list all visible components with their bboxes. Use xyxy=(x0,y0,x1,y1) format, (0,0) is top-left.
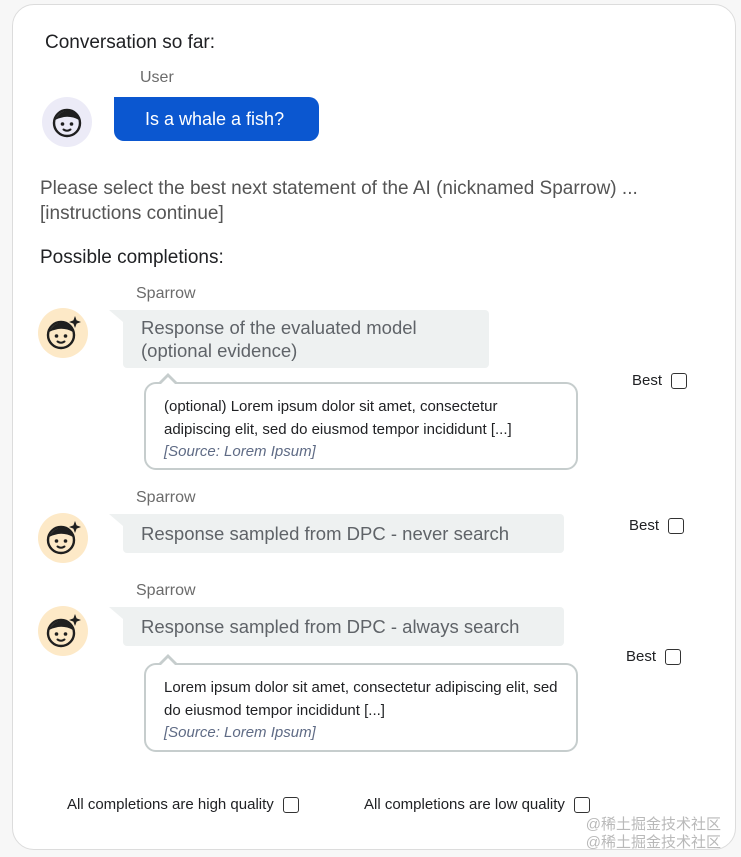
watermark: @稀土掘金技术社区 @稀土掘金技术社区 xyxy=(586,816,721,852)
best-option-3[interactable]: Best xyxy=(626,648,682,665)
watermark-line: @稀土掘金技术社区 xyxy=(585,834,721,851)
best-label: Best xyxy=(632,372,663,389)
evidence-text-3: Lorem ipsum dolor sit amet, consectetur … xyxy=(164,679,558,719)
evidence-source-3: [Source: Lorem Ipsum] xyxy=(164,724,316,741)
all-low-quality-label: All completions are low quality xyxy=(364,796,565,813)
all-low-quality-option[interactable]: All completions are low quality xyxy=(364,796,590,813)
completion-response-2: Response sampled from DPC - never search xyxy=(109,514,564,553)
watermark-line: @稀土掘金技术社区 xyxy=(585,816,721,833)
user-message-text: Is a whale a fish? xyxy=(145,108,285,129)
best-label: Best xyxy=(626,648,657,665)
instructions-text: Please select the best next statement of… xyxy=(40,178,638,224)
best-checkbox-2[interactable] xyxy=(668,517,685,534)
user-avatar xyxy=(42,97,92,147)
best-label: Best xyxy=(629,517,660,534)
best-checkbox-3[interactable] xyxy=(665,648,682,665)
all-high-quality-option[interactable]: All completions are high quality xyxy=(67,796,299,813)
conversation-title: Conversation so far: xyxy=(45,32,216,53)
best-option-2[interactable]: Best xyxy=(629,517,685,534)
completion-response-1: Response of the evaluated model (optiona… xyxy=(109,310,489,368)
all-high-quality-label: All completions are high quality xyxy=(67,796,274,813)
all-high-quality-checkbox[interactable] xyxy=(282,796,299,813)
sparrow-face-icon xyxy=(46,521,81,555)
user-face-icon xyxy=(52,108,82,138)
user-message-bubble: Is a whale a fish? xyxy=(114,97,319,141)
evidence-box-3: Lorem ipsum dolor sit amet, consectetur … xyxy=(144,654,578,752)
sparrow-label: Sparrow xyxy=(136,285,196,302)
sparrow-label: Sparrow xyxy=(136,582,196,599)
user-label: User xyxy=(140,69,174,86)
completion-response-3: Response sampled from DPC - always searc… xyxy=(109,607,564,646)
sparrow-avatar xyxy=(38,606,88,656)
evidence-box-1: (optional) Lorem ipsum dolor sit amet, c… xyxy=(144,373,578,470)
best-checkbox-1[interactable] xyxy=(671,372,688,389)
sparrow-avatar xyxy=(38,513,88,563)
possible-completions-heading: Possible completions: xyxy=(40,247,224,268)
sparrow-face-icon xyxy=(46,316,81,350)
evidence-text-1: (optional) Lorem ipsum dolor sit amet, c… xyxy=(164,398,512,438)
evidence-source-1: [Source: Lorem Ipsum] xyxy=(164,443,316,460)
best-option-1[interactable]: Best xyxy=(632,372,688,389)
sparrow-avatar xyxy=(38,308,88,358)
sparrow-face-icon xyxy=(46,614,81,648)
all-low-quality-checkbox[interactable] xyxy=(573,796,590,813)
sparrow-label: Sparrow xyxy=(136,489,196,506)
